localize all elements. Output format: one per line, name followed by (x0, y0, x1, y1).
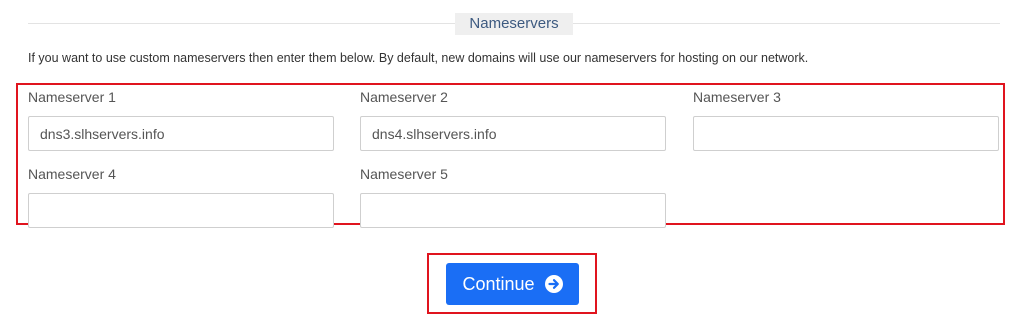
nameserver-3-field: Nameserver 3 (693, 87, 999, 151)
nameserver-fields-group: Nameserver 1 Nameserver 2 Nameserver 3 N… (16, 83, 1005, 228)
nameserver-5-input[interactable] (360, 193, 666, 228)
continue-highlight: Continue (427, 253, 597, 314)
nameserver-1-input[interactable] (28, 116, 334, 151)
arrow-circle-right-icon (544, 275, 563, 293)
nameserver-4-input[interactable] (28, 193, 334, 228)
nameserver-5-field: Nameserver 5 (360, 164, 666, 228)
nameserver-1-label: Nameserver 1 (28, 89, 116, 105)
nameserver-4-label: Nameserver 4 (28, 166, 116, 182)
intro-text: If you want to use custom nameservers th… (28, 51, 809, 65)
nameserver-2-field: Nameserver 2 (360, 87, 666, 151)
nameserver-1-field: Nameserver 1 (28, 87, 334, 151)
nameserver-2-label: Nameserver 2 (360, 89, 448, 105)
continue-button[interactable]: Continue (446, 263, 579, 305)
nameservers-page: Nameservers If you want to use custom na… (0, 0, 1025, 331)
nameserver-3-input[interactable] (693, 116, 999, 151)
nameserver-5-label: Nameserver 5 (360, 166, 448, 182)
continue-label: Continue (462, 273, 535, 294)
section-title: Nameservers (455, 13, 573, 35)
nameserver-2-input[interactable] (360, 116, 666, 151)
nameserver-3-label: Nameserver 3 (693, 89, 781, 105)
section-header: Nameservers (28, 13, 1000, 35)
nameserver-4-field: Nameserver 4 (28, 164, 334, 228)
